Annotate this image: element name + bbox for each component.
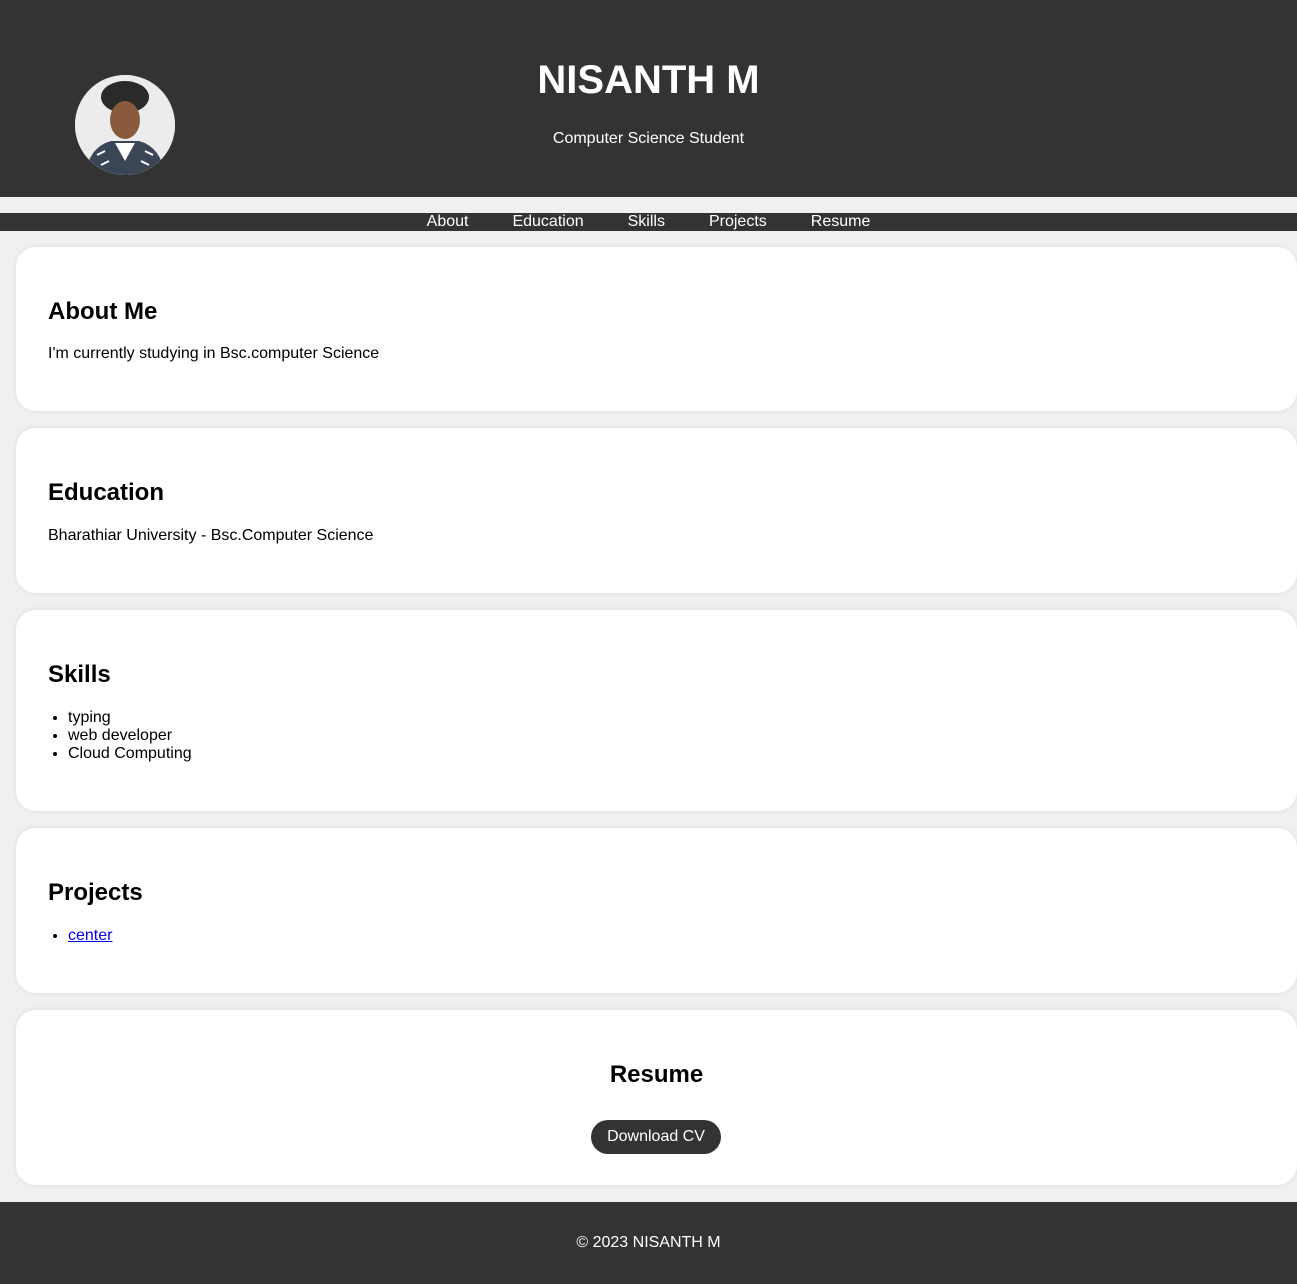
nav-link-skills[interactable]: Skills bbox=[628, 213, 665, 231]
footer-copyright: © 2023 NISANTH M bbox=[576, 1234, 721, 1251]
skills-list: typing web developer Cloud Computing bbox=[48, 709, 192, 763]
project-item: center bbox=[68, 927, 112, 945]
resume-title: Resume bbox=[609, 1061, 704, 1088]
project-link-center[interactable]: center bbox=[68, 927, 112, 944]
education-section: Education Bharathiar University - Bsc.Co… bbox=[16, 428, 1297, 593]
nav-link-education[interactable]: Education bbox=[512, 213, 583, 231]
skills-section: Skills typing web developer Cloud Comput… bbox=[16, 610, 1297, 811]
about-section: About Me I'm currently studying in Bsc.c… bbox=[16, 247, 1297, 411]
site-footer: © 2023 NISANTH M bbox=[0, 1202, 1297, 1284]
nav-link-projects[interactable]: Projects bbox=[709, 213, 767, 231]
projects-title: Projects bbox=[48, 879, 143, 906]
projects-section: Projects center bbox=[16, 828, 1297, 993]
download-cv-button[interactable]: Download CV bbox=[591, 1120, 721, 1154]
skill-item: typing bbox=[68, 709, 192, 727]
site-name: NISANTH M bbox=[537, 58, 760, 102]
nav-link-about[interactable]: About bbox=[427, 213, 469, 231]
projects-list: center bbox=[48, 927, 112, 945]
resume-section: Resume Download CV bbox=[16, 1010, 1297, 1185]
education-title: Education bbox=[48, 479, 165, 506]
skill-item: web developer bbox=[68, 727, 192, 745]
skill-item: Cloud Computing bbox=[68, 745, 192, 763]
skills-title: Skills bbox=[48, 661, 111, 688]
education-text: Bharathiar University - Bsc.Computer Sci… bbox=[48, 527, 374, 544]
about-text: I'm currently studying in Bsc.computer S… bbox=[48, 345, 380, 362]
about-title: About Me bbox=[48, 298, 158, 325]
site-tagline: Computer Science Student bbox=[552, 130, 745, 147]
main-nav: About Education Skills Projects Resume bbox=[0, 213, 1297, 231]
site-header: NISANTH M Computer Science Student bbox=[0, 0, 1297, 197]
nav-link-resume[interactable]: Resume bbox=[811, 213, 871, 231]
